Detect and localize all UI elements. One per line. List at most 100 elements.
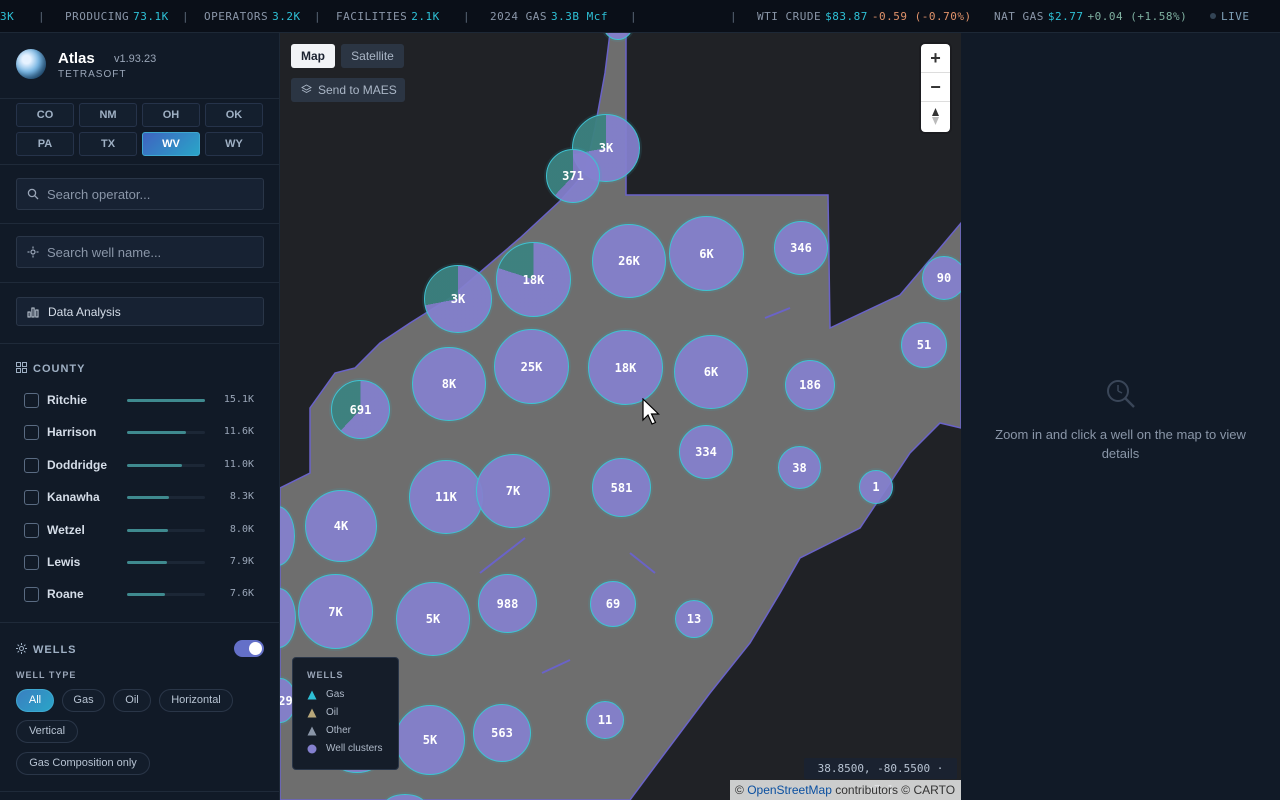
- state-button-oh[interactable]: OH: [142, 103, 200, 127]
- county-name: Harrison: [47, 425, 97, 440]
- well-cluster[interactable]: 334: [679, 425, 733, 479]
- county-row[interactable]: Ritchie 15.1K: [24, 391, 260, 411]
- well-cluster[interactable]: 563: [473, 704, 531, 762]
- toggle-knob: [249, 642, 262, 655]
- divider: [0, 164, 279, 165]
- county-count-bar-fill: [127, 399, 205, 402]
- zoom-in-button[interactable]: +: [921, 44, 950, 73]
- well-cluster[interactable]: 988: [478, 574, 537, 633]
- well-type-vertical-chip[interactable]: Vertical: [16, 720, 78, 743]
- county-count: 7.9K: [229, 556, 254, 567]
- well-cluster[interactable]: 3K: [424, 265, 492, 333]
- county-checkbox[interactable]: [24, 522, 39, 538]
- county-row[interactable]: Harrison 11.6K: [24, 423, 260, 443]
- state-button-wv[interactable]: WV: [142, 132, 200, 156]
- well-type-oil-chip[interactable]: Oil: [113, 689, 151, 712]
- well-cluster[interactable]: 7K: [476, 454, 550, 528]
- well-cluster[interactable]: 13: [675, 600, 713, 638]
- county-count-bar: [127, 431, 205, 435]
- compass-icon: [932, 108, 939, 125]
- well-cluster[interactable]: 186: [785, 360, 835, 410]
- county-count-bar: [127, 528, 205, 532]
- county-row[interactable]: Kanawha 8.3K: [24, 488, 260, 508]
- ticker-producing: PRODUCING 73.1K: [65, 10, 169, 23]
- county-name: Doddridge: [47, 457, 107, 472]
- ticker-separator: |: [38, 10, 46, 23]
- operator-search-input[interactable]: [47, 179, 257, 209]
- county-count-bar-fill: [127, 561, 167, 564]
- well-type-all-chip[interactable]: All: [16, 689, 54, 712]
- county-checkbox[interactable]: [24, 393, 39, 408]
- well-cluster[interactable]: 11: [586, 701, 624, 739]
- well-type-gas-chip[interactable]: Gas: [62, 689, 105, 712]
- send-to-maes-button[interactable]: Send to MAES: [291, 78, 405, 102]
- state-button-co[interactable]: CO: [16, 103, 74, 127]
- compass-reset-button[interactable]: [921, 102, 950, 131]
- well-cluster[interactable]: 371: [546, 149, 600, 203]
- satellite-mode-button[interactable]: Satellite: [341, 44, 404, 68]
- well-type-horizontal-chip[interactable]: Horizontal: [159, 689, 233, 712]
- ticker-separator: |: [730, 10, 738, 23]
- well-cluster[interactable]: 6K: [669, 216, 744, 291]
- well-cluster[interactable]: 4K: [305, 490, 377, 562]
- state-button-pa[interactable]: PA: [16, 132, 74, 156]
- map-canvas[interactable]: 3K 371 26K 18K 6K 346 90 3K 51 8K 25K 18…: [280, 33, 961, 800]
- well-cluster[interactable]: 346: [774, 221, 828, 275]
- well-cluster[interactable]: 69: [590, 581, 636, 627]
- county-name: Ritchie: [47, 393, 88, 407]
- county-row[interactable]: Wetzel 8.0K: [24, 521, 260, 541]
- well-cluster[interactable]: 8K: [412, 347, 486, 421]
- well-cluster[interactable]: 7K: [298, 574, 373, 649]
- well-cluster[interactable]: 691: [331, 380, 390, 439]
- well-cluster[interactable]: 26K: [592, 224, 666, 298]
- app-name: Atlas: [58, 50, 95, 67]
- well-cluster[interactable]: 11K: [409, 460, 483, 534]
- wells-toggle[interactable]: [234, 640, 264, 657]
- county-checkbox[interactable]: [24, 425, 39, 441]
- state-button-wy[interactable]: WY: [205, 132, 263, 156]
- operator-search: [16, 178, 264, 210]
- county-row[interactable]: Lewis 7.9K: [24, 553, 260, 573]
- map-mode-button[interactable]: Map: [291, 44, 335, 68]
- divider: [0, 223, 279, 224]
- gas-composition-chip[interactable]: Gas Composition only: [16, 752, 150, 775]
- well-cluster[interactable]: 25K: [494, 329, 569, 404]
- county-count: 11.6K: [223, 426, 254, 438]
- ticker-wti-crude: WTI CRUDE $83.87 -0.59 (-0.70%): [757, 10, 972, 23]
- county-checkbox[interactable]: [24, 457, 39, 473]
- divider: [0, 791, 279, 792]
- divider: [0, 98, 279, 99]
- osm-link[interactable]: OpenStreetMap: [747, 783, 832, 797]
- state-button-nm[interactable]: NM: [79, 103, 137, 127]
- empty-state-message: Zoom in and click a well on the map to v…: [995, 427, 1246, 461]
- ticker-separator: |: [314, 10, 322, 23]
- well-cluster[interactable]: 5K: [396, 582, 470, 656]
- county-count-bar-fill: [127, 528, 168, 532]
- well-cluster[interactable]: 5K: [395, 705, 465, 775]
- county-count-bar: [127, 399, 205, 402]
- county-checkbox[interactable]: [24, 555, 39, 570]
- state-button-ok[interactable]: OK: [205, 103, 263, 127]
- wells-sun-icon: [16, 643, 27, 654]
- well-cluster[interactable]: 18K: [496, 242, 571, 317]
- well-search-input[interactable]: [47, 237, 257, 267]
- county-checkbox[interactable]: [24, 490, 39, 506]
- county-checkbox[interactable]: [24, 587, 39, 603]
- well-cluster[interactable]: 581: [592, 458, 651, 517]
- state-button-tx[interactable]: TX: [79, 132, 137, 156]
- well-cluster[interactable]: 1: [859, 470, 893, 504]
- well-cluster[interactable]: 6K: [674, 335, 748, 409]
- county-name: Wetzel: [47, 522, 85, 537]
- sidebar: Atlas v1.93.23 TETRASOFT CO NM OH OK PA …: [0, 33, 280, 800]
- county-row[interactable]: Roane 7.6K: [24, 585, 260, 605]
- ticker-separator: |: [630, 10, 638, 23]
- well-cluster[interactable]: 90: [922, 256, 961, 300]
- oil-triangle-icon: [307, 708, 317, 718]
- data-analysis-button[interactable]: Data Analysis: [16, 297, 264, 326]
- well-cluster[interactable]: 18K: [588, 330, 663, 405]
- county-count-bar-fill: [127, 431, 186, 435]
- county-row[interactable]: Doddridge 11.0K: [24, 456, 260, 476]
- well-cluster[interactable]: 51: [901, 322, 947, 368]
- zoom-out-button[interactable]: −: [921, 73, 950, 102]
- well-cluster[interactable]: 38: [778, 446, 821, 489]
